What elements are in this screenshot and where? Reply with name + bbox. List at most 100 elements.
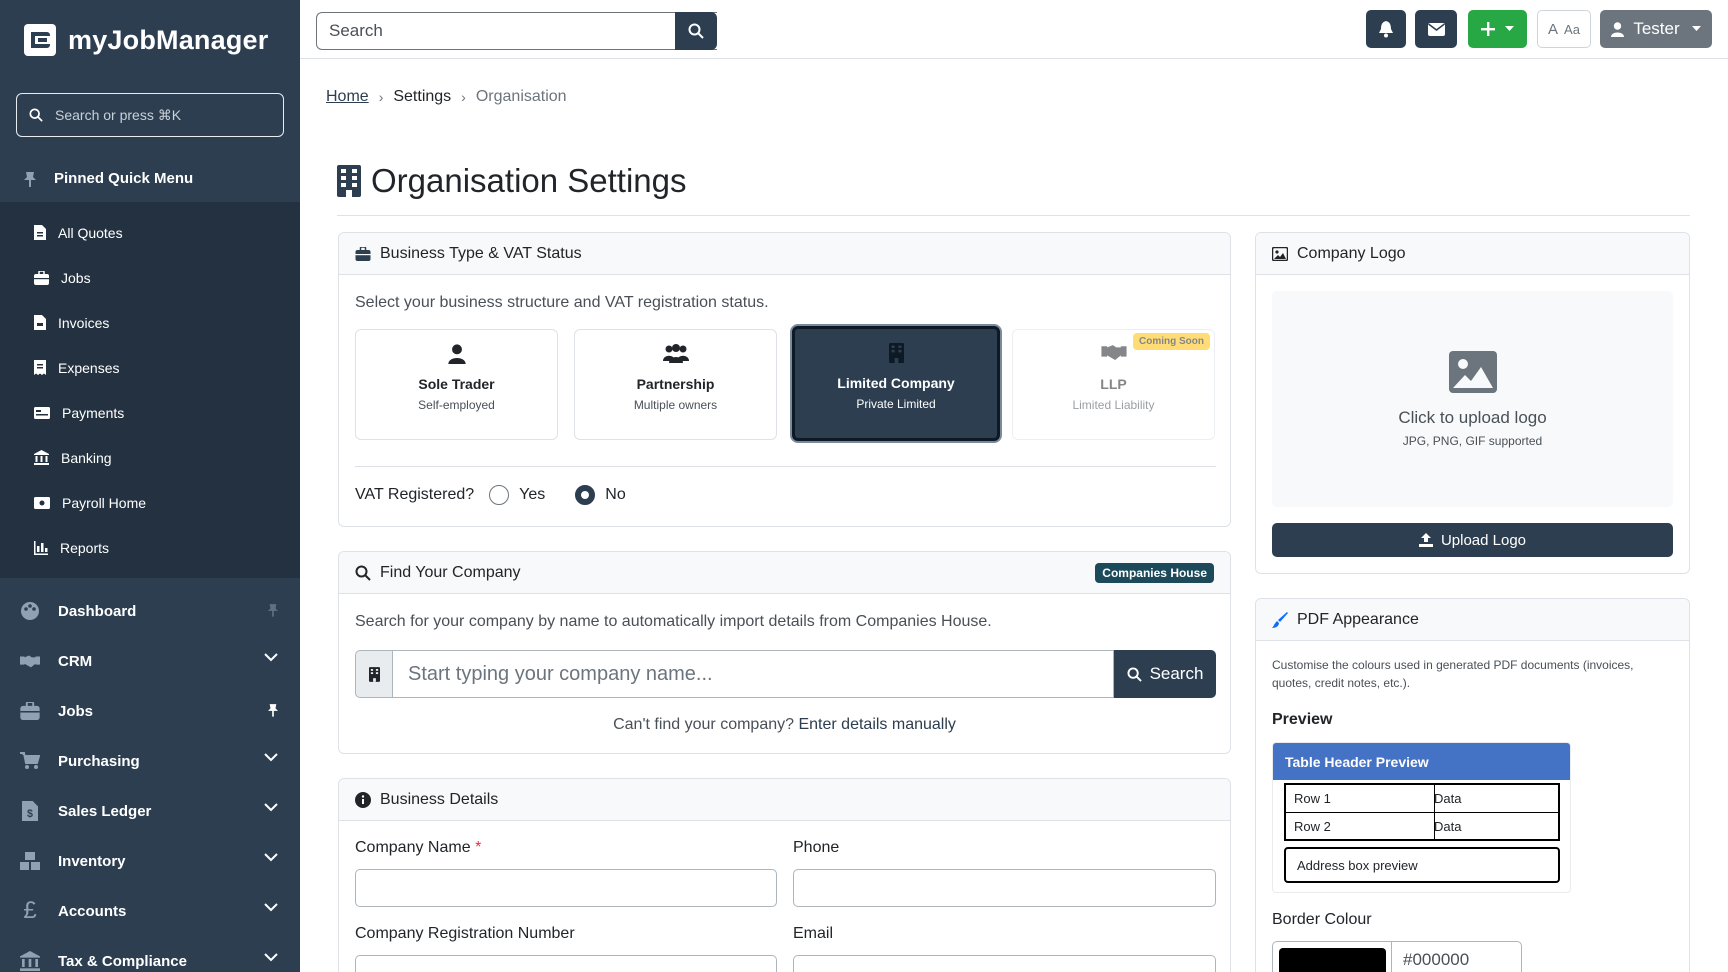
sidebar-item-payments[interactable]: Payments <box>0 390 300 435</box>
breadcrumb-settings[interactable]: Settings <box>393 88 451 106</box>
supported-formats: JPG, PNG, GIF supported <box>1402 434 1543 448</box>
vat-no-label[interactable]: No <box>605 486 625 504</box>
upload-icon <box>1418 533 1433 547</box>
company-logo-card-header: Company Logo <box>1256 233 1689 275</box>
table-cell: Row 1 <box>1294 791 1331 806</box>
sidebar: myJobManager Search or press ⌘K Pinned Q… <box>0 0 300 972</box>
company-search-input[interactable]: Start typing your company name... <box>392 650 1114 698</box>
pinned-quick-menu-list: All Quotes Jobs Invoices Expenses Paymen… <box>0 202 300 578</box>
landmark-icon <box>20 951 40 971</box>
boxes-icon <box>20 851 40 871</box>
sidebar-item-all-quotes[interactable]: All Quotes <box>0 210 300 255</box>
table-cell: Row 2 <box>1294 819 1331 834</box>
business-details-card-header: Business Details <box>339 779 1230 821</box>
preview-heading: Preview <box>1272 711 1333 728</box>
option-subtitle: Multiple owners <box>633 398 718 412</box>
column-divider <box>1434 785 1435 839</box>
messages-button[interactable] <box>1415 10 1457 48</box>
thumbtack-icon[interactable] <box>268 703 278 717</box>
vat-registered-label: VAT Registered? <box>355 486 475 503</box>
sidebar-item-jobs-pinned[interactable]: Jobs <box>0 255 300 300</box>
find-company-description: Search for your company by name to autom… <box>355 613 992 630</box>
phone-input[interactable] <box>793 869 1216 907</box>
global-search-button[interactable] <box>675 12 717 50</box>
company-search-button-label: Search <box>1149 664 1204 683</box>
sidebar-item-label: Banking <box>61 449 112 466</box>
briefcase-icon <box>34 270 49 285</box>
pdf-appearance-card: PDF Appearance Customise the colours use… <box>1255 598 1690 972</box>
envelope-icon <box>1427 22 1445 36</box>
chevron-down-icon <box>264 653 278 662</box>
font-small-label: Aa <box>1564 21 1580 37</box>
sidebar-item-label: Payroll Home <box>62 494 147 511</box>
create-new-dropdown[interactable] <box>1468 10 1527 48</box>
receipt-icon <box>34 360 46 375</box>
company-name-input[interactable] <box>355 869 777 907</box>
address-box-preview: Address box preview <box>1284 847 1560 883</box>
email-input[interactable] <box>793 955 1216 972</box>
table-row: Row 1 Data <box>1286 785 1558 813</box>
palette-icon <box>20 601 40 621</box>
sidebar-item-dashboard[interactable]: Dashboard <box>0 586 300 636</box>
sidebar-item-inventory[interactable]: Inventory <box>0 836 300 886</box>
vat-divider <box>355 466 1216 467</box>
company-logo-card: Company Logo Click to upload logo JPG, P… <box>1255 232 1690 574</box>
border-colour-picker[interactable]: #000000 <box>1272 941 1522 972</box>
vat-yes-label[interactable]: Yes <box>519 486 545 504</box>
breadcrumb-home-link[interactable]: Home <box>326 88 369 106</box>
sidebar-item-sales-ledger[interactable]: $ Sales Ledger <box>0 786 300 836</box>
sidebar-item-label: Jobs <box>58 702 94 720</box>
sidebar-item-reports[interactable]: Reports <box>0 525 300 570</box>
sidebar-item-purchasing[interactable]: Purchasing <box>0 736 300 786</box>
chart-icon <box>34 540 48 555</box>
sidebar-item-tax-compliance[interactable]: Tax & Compliance <box>0 936 300 972</box>
vat-no-radio[interactable] <box>575 485 596 505</box>
cart-icon <box>20 751 40 771</box>
money-check-icon <box>34 406 50 419</box>
table-cell: Data <box>1434 819 1462 834</box>
sidebar-item-banking[interactable]: Banking <box>0 435 300 480</box>
business-type-card-header: Business Type & VAT Status <box>339 233 1230 275</box>
vat-yes-radio[interactable] <box>489 485 510 505</box>
email-label: Email <box>793 925 834 942</box>
notifications-button[interactable] <box>1366 10 1406 48</box>
sidebar-search-placeholder: Search or press ⌘K <box>55 106 182 123</box>
sidebar-item-payroll-home[interactable]: Payroll Home <box>0 480 300 525</box>
user-menu-dropdown[interactable]: Tester <box>1600 10 1712 48</box>
sidebar-item-jobs[interactable]: Jobs <box>0 686 300 736</box>
enter-details-manually-link[interactable]: Enter details manually <box>798 716 955 733</box>
sidebar-item-label: Inventory <box>58 852 126 870</box>
sidebar-item-label: All Quotes <box>58 224 123 241</box>
thumbtack-icon[interactable] <box>268 603 278 617</box>
pinned-quick-menu-header[interactable]: Pinned Quick Menu <box>0 155 300 202</box>
font-size-toggle[interactable]: A Aa <box>1537 10 1591 48</box>
upload-logo-button[interactable]: Upload Logo <box>1272 523 1673 557</box>
sidebar-item-crm[interactable]: CRM <box>0 636 300 686</box>
company-search-button[interactable]: Search <box>1114 650 1216 698</box>
brand[interactable]: myJobManager <box>24 24 268 56</box>
border-colour-swatch[interactable] <box>1279 948 1386 972</box>
user-name: Tester <box>1633 19 1680 38</box>
manual-entry-line: Can't find your company? Enter details m… <box>339 716 1230 734</box>
sidebar-item-label: Invoices <box>58 314 110 331</box>
sidebar-item-invoices[interactable]: Invoices <box>0 300 300 345</box>
option-subtitle: Self-employed <box>418 398 495 412</box>
sidebar-item-accounts[interactable]: £ Accounts <box>0 886 300 936</box>
company-registration-number-input[interactable] <box>355 955 777 972</box>
logo-upload-dropzone[interactable]: Click to upload logo JPG, PNG, GIF suppo… <box>1272 291 1673 507</box>
breadcrumb-current: Organisation <box>475 88 567 105</box>
company-search-placeholder: Start typing your company name... <box>408 662 713 685</box>
sidebar-search-input[interactable]: Search or press ⌘K <box>16 93 284 137</box>
sidebar-item-expenses[interactable]: Expenses <box>0 345 300 390</box>
card-title: PDF Appearance <box>1297 610 1419 628</box>
business-option-sole-trader[interactable]: Sole Trader Self-employed <box>355 329 558 440</box>
upload-logo-button-label: Upload Logo <box>1440 531 1527 549</box>
company-registration-number-label: Company Registration Number <box>355 925 575 942</box>
building-icon <box>368 666 380 682</box>
chevron-down-icon <box>264 953 278 962</box>
business-option-limited-company[interactable]: Limited Company Private Limited <box>792 326 1000 441</box>
global-search-input[interactable]: Search <box>316 12 717 50</box>
border-colour-hex-input[interactable]: #000000 <box>1403 950 1469 970</box>
business-option-partnership[interactable]: Partnership Multiple owners <box>574 329 777 440</box>
sidebar-item-label: Dashboard <box>58 602 137 620</box>
